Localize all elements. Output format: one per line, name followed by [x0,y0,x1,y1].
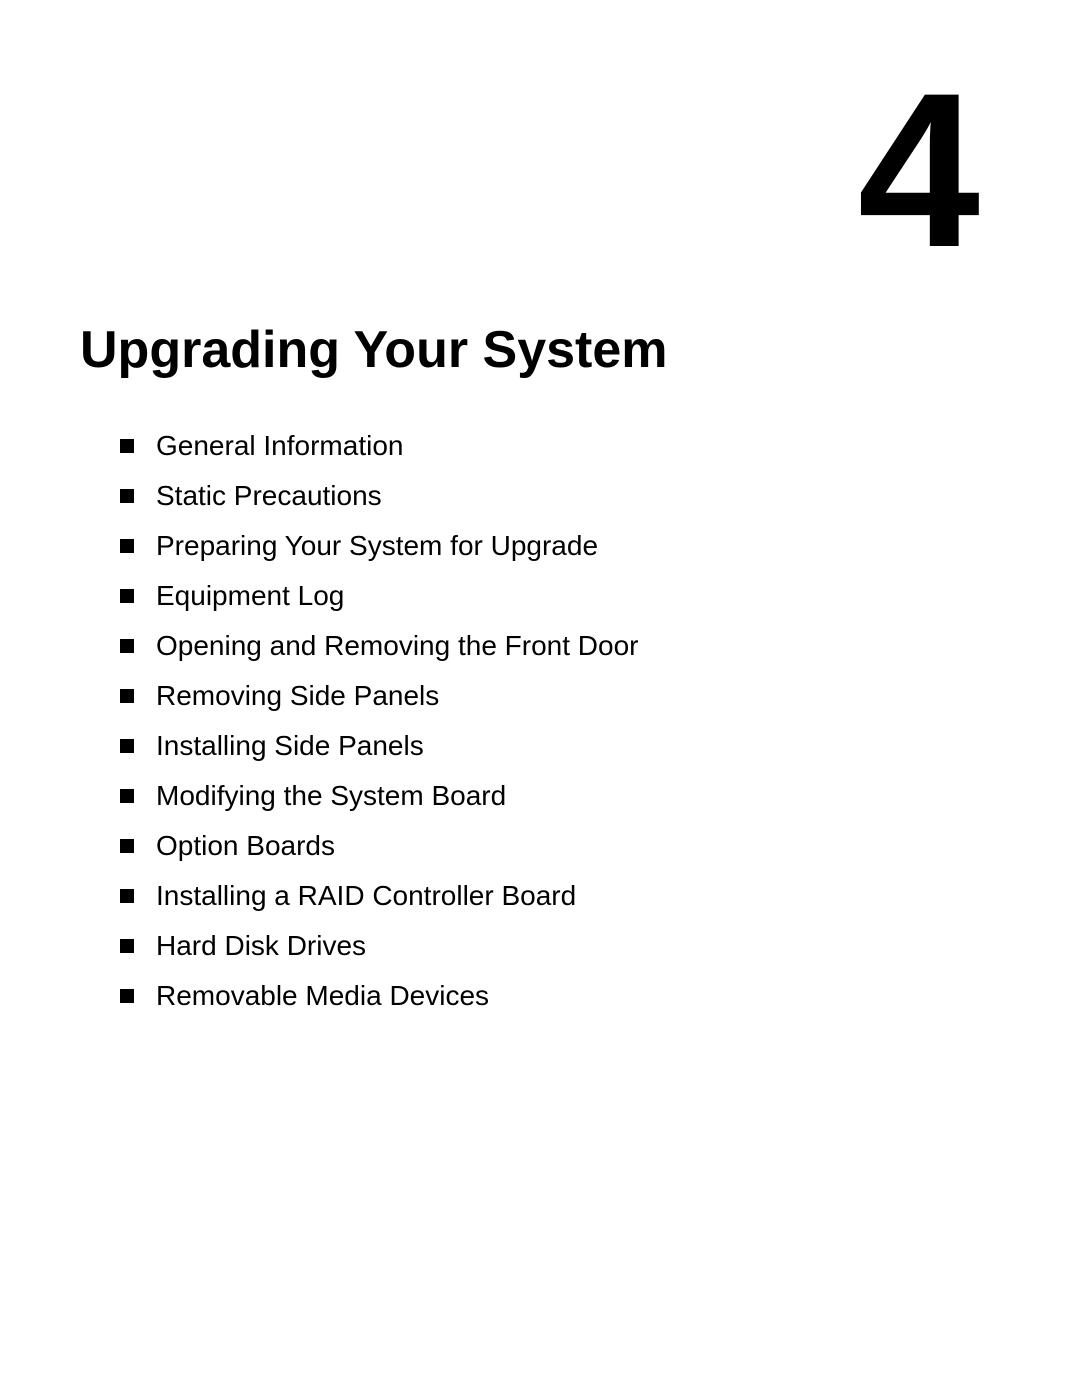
list-item: Opening and Removing the Front Door [120,630,1000,662]
toc-item-label: Installing a RAID Controller Board [156,880,576,912]
toc-item-label: Static Precautions [156,480,382,512]
toc-item-label: Installing Side Panels [156,730,424,762]
list-item: Installing a RAID Controller Board [120,880,1000,912]
list-item: Removing Side Panels [120,680,1000,712]
list-item: General Information [120,430,1000,462]
toc-item-label: Removable Media Devices [156,980,489,1012]
bullet-icon [120,889,134,903]
bullet-icon [120,539,134,553]
bullet-icon [120,639,134,653]
bullet-icon [120,589,134,603]
toc-item-label: Preparing Your System for Upgrade [156,530,598,562]
list-item: Installing Side Panels [120,730,1000,762]
page: 4 Upgrading Your System General Informat… [0,0,1080,1397]
chapter-title: Upgrading Your System [80,320,1000,380]
bullet-icon [120,489,134,503]
toc-item-label: Hard Disk Drives [156,930,366,962]
bullet-icon [120,939,134,953]
bullet-icon [120,739,134,753]
list-item: Option Boards [120,830,1000,862]
toc-item-label: Removing Side Panels [156,680,439,712]
bullet-icon [120,839,134,853]
list-item: Equipment Log [120,580,1000,612]
list-item: Preparing Your System for Upgrade [120,530,1000,562]
bullet-icon [120,689,134,703]
table-of-contents: General Information Static Precautions Pre… [120,430,1000,1012]
toc-item-label: General Information [156,430,403,462]
list-item: Hard Disk Drives [120,930,1000,962]
toc-item-label: Equipment Log [156,580,344,612]
list-item: Modifying the System Board [120,780,1000,812]
list-item: Removable Media Devices [120,980,1000,1012]
bullet-icon [120,989,134,1003]
toc-item-label: Opening and Removing the Front Door [156,630,639,662]
bullet-icon [120,439,134,453]
toc-item-label: Modifying the System Board [156,780,506,812]
list-item: Static Precautions [120,480,1000,512]
toc-item-label: Option Boards [156,830,335,862]
chapter-number: 4 [858,60,980,280]
bullet-icon [120,789,134,803]
